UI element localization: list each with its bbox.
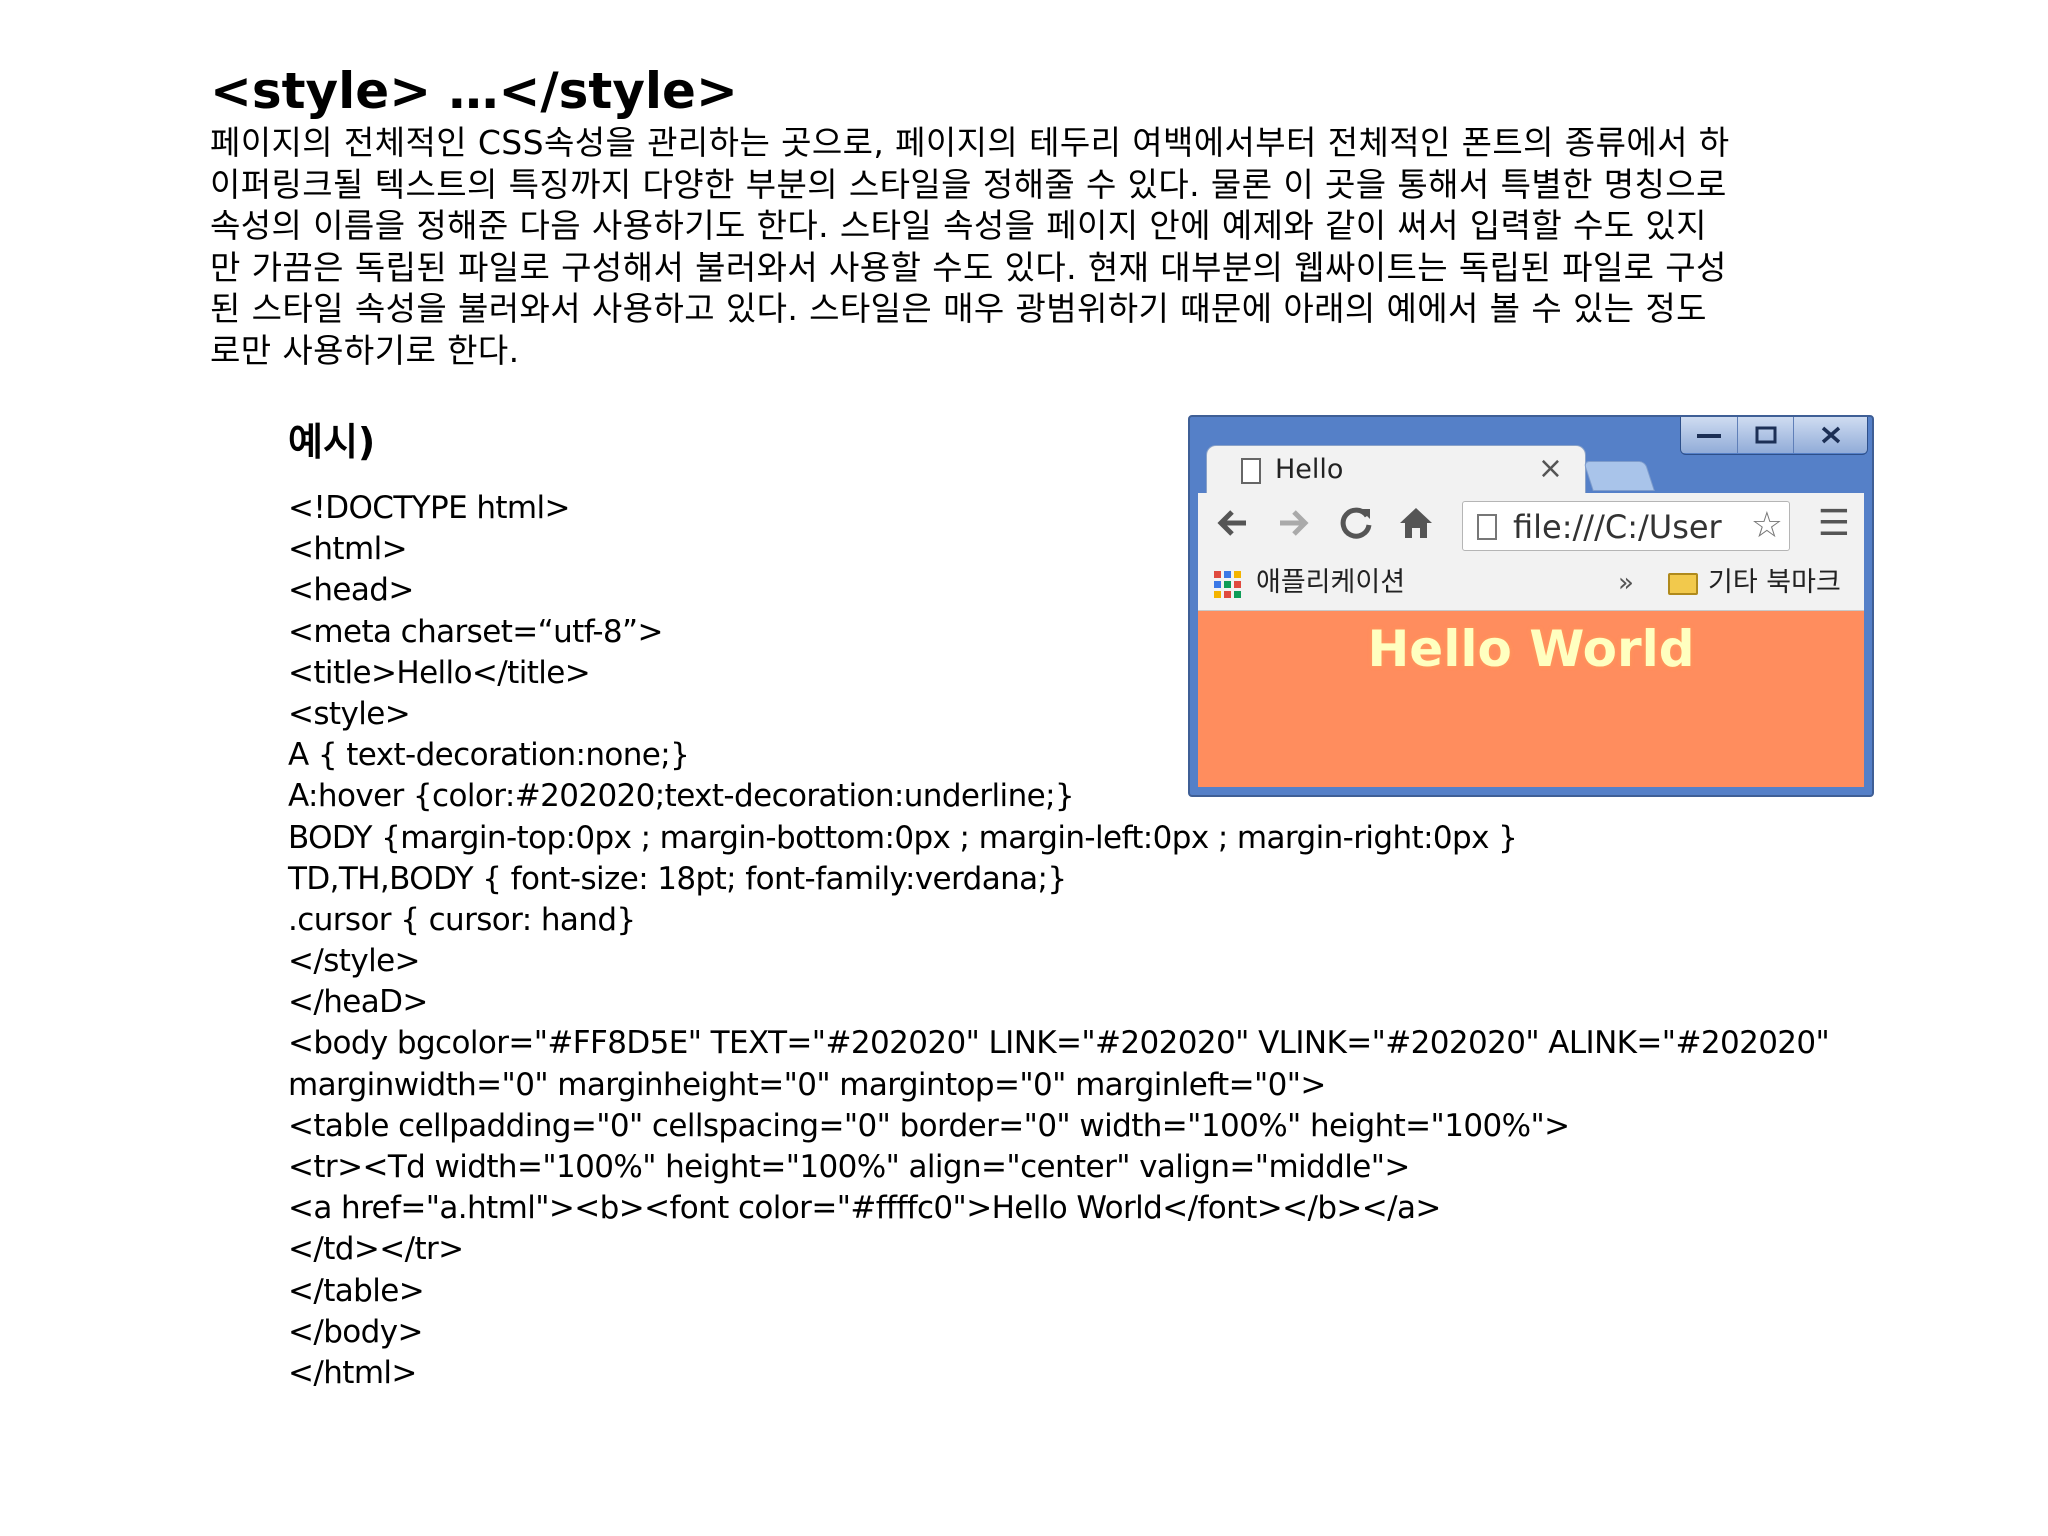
home-icon[interactable] (1396, 503, 1436, 552)
code-line: </td></tr> (288, 1231, 464, 1268)
browser-viewport: Hello World (1198, 611, 1864, 787)
browser-screenshot: Hello × file:///C:/User ☆ ☰ 애플리케이션 » 기타 … (1188, 415, 1874, 797)
code-line: </style> (288, 943, 421, 980)
intro-line: 만 가끔은 독립된 파일로 구성해서 불러와서 사용할 수도 있다. 현재 대부… (210, 247, 1727, 287)
menu-icon[interactable]: ☰ (1818, 503, 1850, 545)
window-controls (1680, 417, 1868, 455)
document-icon (1241, 458, 1261, 484)
back-arrow-icon[interactable] (1212, 503, 1252, 552)
code-line: .cursor { cursor: hand} (288, 901, 636, 938)
intro-line: 페이지의 전체적인 CSS속성을 관리하는 곳으로, 페이지의 테두리 여백에서… (210, 123, 1730, 162)
intro-line: 된 스타일 속성을 불러와서 사용하고 있다. 스타일은 매우 광범위하기 때문… (210, 289, 1707, 328)
code-line: TD,TH,BODY { font-size: 18pt; font-famil… (288, 860, 1067, 897)
tab-hello[interactable]: Hello × (1206, 445, 1586, 493)
code-line: BODY {margin-top:0px ; margin-bottom:0px… (288, 819, 1518, 856)
code-line: <a href="a.html"><b><font color="#ffffc0… (288, 1190, 1441, 1227)
code-line: <table cellpadding="0" cellspacing="0" b… (288, 1107, 1570, 1144)
page-heading: <style> …</style> (210, 62, 738, 120)
intro-line: 이퍼링크될 텍스트의 특징까지 다양한 부분의 스타일을 정해줄 수 있다. 물… (210, 164, 1727, 204)
star-icon[interactable]: ☆ (1751, 506, 1783, 546)
code-line: </body> (288, 1313, 423, 1350)
intro-line: 로만 사용하기로 한다. (210, 330, 520, 370)
folder-icon (1668, 573, 1698, 595)
bookmarks-bar: 애플리케이션 » 기타 북마크 (1198, 557, 1864, 611)
tab-title: Hello (1275, 454, 1344, 485)
browser-toolbar: file:///C:/User ☆ ☰ (1198, 493, 1864, 557)
tab-close-icon[interactable]: × (1538, 452, 1563, 486)
minimize-icon[interactable] (1681, 417, 1737, 453)
apps-grid-icon (1214, 571, 1241, 598)
code-line: </heaD> (288, 984, 428, 1021)
code-line: marginwidth="0" marginheight="0" margint… (288, 1066, 1326, 1103)
example-label: 예시) (288, 420, 376, 464)
close-icon[interactable] (1793, 417, 1867, 453)
code-line: <tr><Td width="100%" height="100%" align… (288, 1149, 1410, 1185)
page-icon (1477, 514, 1497, 540)
code-line: </html> (288, 1354, 417, 1391)
address-bar[interactable]: file:///C:/User ☆ (1462, 501, 1790, 551)
bookmark-other[interactable]: 기타 북마크 (1708, 567, 1841, 599)
bookmarks-overflow-chevron[interactable]: » (1618, 567, 1634, 599)
intro-line: 속성의 이름을 정해준 다음 사용하기도 한다. 스타일 속성을 페이지 안에 … (210, 206, 1707, 245)
reload-icon[interactable] (1336, 503, 1376, 552)
url-text[interactable]: file:///C:/User (1513, 508, 1722, 546)
hello-world-link[interactable]: Hello World (1198, 621, 1864, 677)
maximize-icon[interactable] (1737, 417, 1793, 453)
bookmark-apps[interactable]: 애플리케이션 (1256, 567, 1405, 599)
forward-arrow-icon[interactable] (1274, 503, 1314, 552)
code-line: </table> (288, 1272, 425, 1309)
intro-paragraph: 페이지의 전체적인 CSS속성을 관리하는 곳으로, 페이지의 테두리 여백에서… (210, 122, 1900, 371)
code-line: <body bgcolor="#FF8D5E" TEXT="#202020" L… (288, 1025, 1830, 1062)
browser-titlebar: Hello × (1190, 417, 1872, 493)
new-tab-button[interactable] (1583, 461, 1655, 491)
